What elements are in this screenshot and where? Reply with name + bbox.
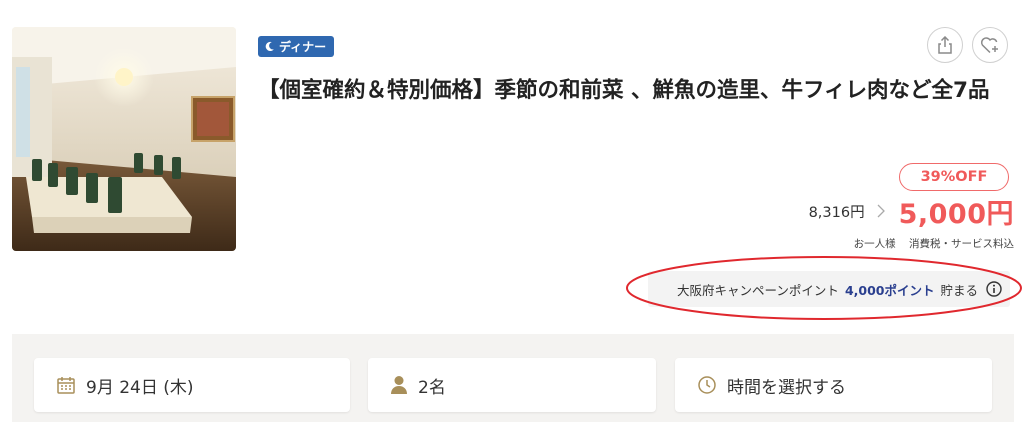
time-selector[interactable]: 時間を選択する — [675, 358, 992, 412]
highlight-ellipse — [626, 256, 1022, 320]
plan-title: 【個室確約＆特別価格】季節の和前菜 、鮮魚の造里、牛フィレ肉など全7品 — [258, 78, 990, 103]
date-selector[interactable]: 9月 24日 (木) — [34, 358, 350, 412]
clock-icon — [698, 376, 716, 394]
share-icon — [938, 36, 952, 54]
original-price: 8,316円 — [808, 204, 865, 221]
discount-badge: 39%OFF — [899, 163, 1009, 191]
tax-included-label: 消費税・サービス料込 — [909, 238, 1014, 250]
badge-label: ディナー — [279, 40, 327, 54]
date-value: 9月 24日 (木) — [86, 377, 194, 398]
sale-price: 5,000円 — [898, 198, 1014, 230]
moon-icon — [265, 41, 274, 52]
time-placeholder: 時間を選択する — [727, 377, 846, 398]
chevron-right-icon — [877, 204, 885, 218]
heart-plus-icon — [980, 37, 998, 54]
dinner-badge: ディナー — [258, 36, 335, 57]
favorite-button[interactable] — [972, 27, 1008, 63]
calendar-icon — [57, 377, 75, 394]
party-size-selector[interactable]: 2名 — [368, 358, 656, 412]
party-size-value: 2名 — [418, 377, 446, 398]
price-row: 8,316円 5,000円 — [809, 191, 1014, 231]
person-icon — [391, 376, 407, 394]
restaurant-photo — [12, 27, 236, 251]
share-button[interactable] — [927, 27, 963, 63]
per-person-label: お一人様 — [853, 238, 896, 250]
price-note: お一人様 消費税・サービス料込 — [854, 236, 1014, 251]
